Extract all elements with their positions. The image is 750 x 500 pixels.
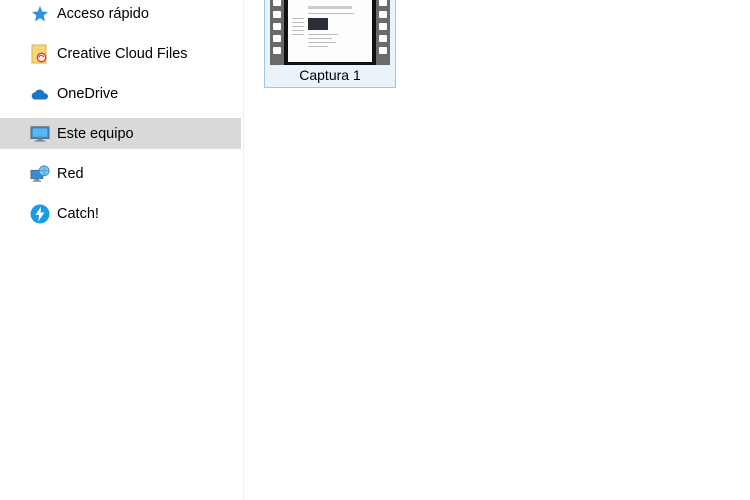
film-strip-right (376, 0, 390, 65)
file-name-label: Captura 1 (299, 67, 361, 83)
sidebar-item-este-equipo[interactable]: Este equipo (0, 118, 241, 149)
network-icon (30, 164, 50, 184)
sidebar-item-creative-cloud-files[interactable]: Creative Cloud Files (0, 38, 241, 69)
sidebar-item-catch[interactable]: Catch! (0, 198, 241, 229)
navigation-pane: Acceso rápido Creative Cloud Files OneDr… (0, 0, 244, 500)
onedrive-cloud-icon (30, 84, 50, 104)
creative-cloud-folder-icon (30, 44, 50, 64)
star-icon (30, 4, 50, 24)
sidebar-item-label: Creative Cloud Files (57, 45, 188, 62)
sidebar-item-label: Este equipo (57, 125, 134, 142)
video-thumbnail-icon (270, 0, 390, 65)
sidebar-item-red[interactable]: Red (0, 158, 241, 189)
sidebar-item-label: Catch! (57, 205, 99, 222)
sidebar-item-label: Acceso rápido (57, 5, 149, 22)
sidebar-item-acceso-rapido[interactable]: Acceso rápido (0, 0, 241, 29)
catch-bolt-icon (30, 204, 50, 224)
sidebar-item-onedrive[interactable]: OneDrive (0, 78, 241, 109)
video-frame-preview (284, 0, 376, 65)
sidebar-item-label: OneDrive (57, 85, 119, 102)
sidebar-item-label: Red (57, 165, 84, 182)
film-strip-left (270, 0, 284, 65)
file-item-captura-1[interactable]: Captura 1 (264, 0, 396, 88)
computer-monitor-icon (30, 124, 50, 144)
